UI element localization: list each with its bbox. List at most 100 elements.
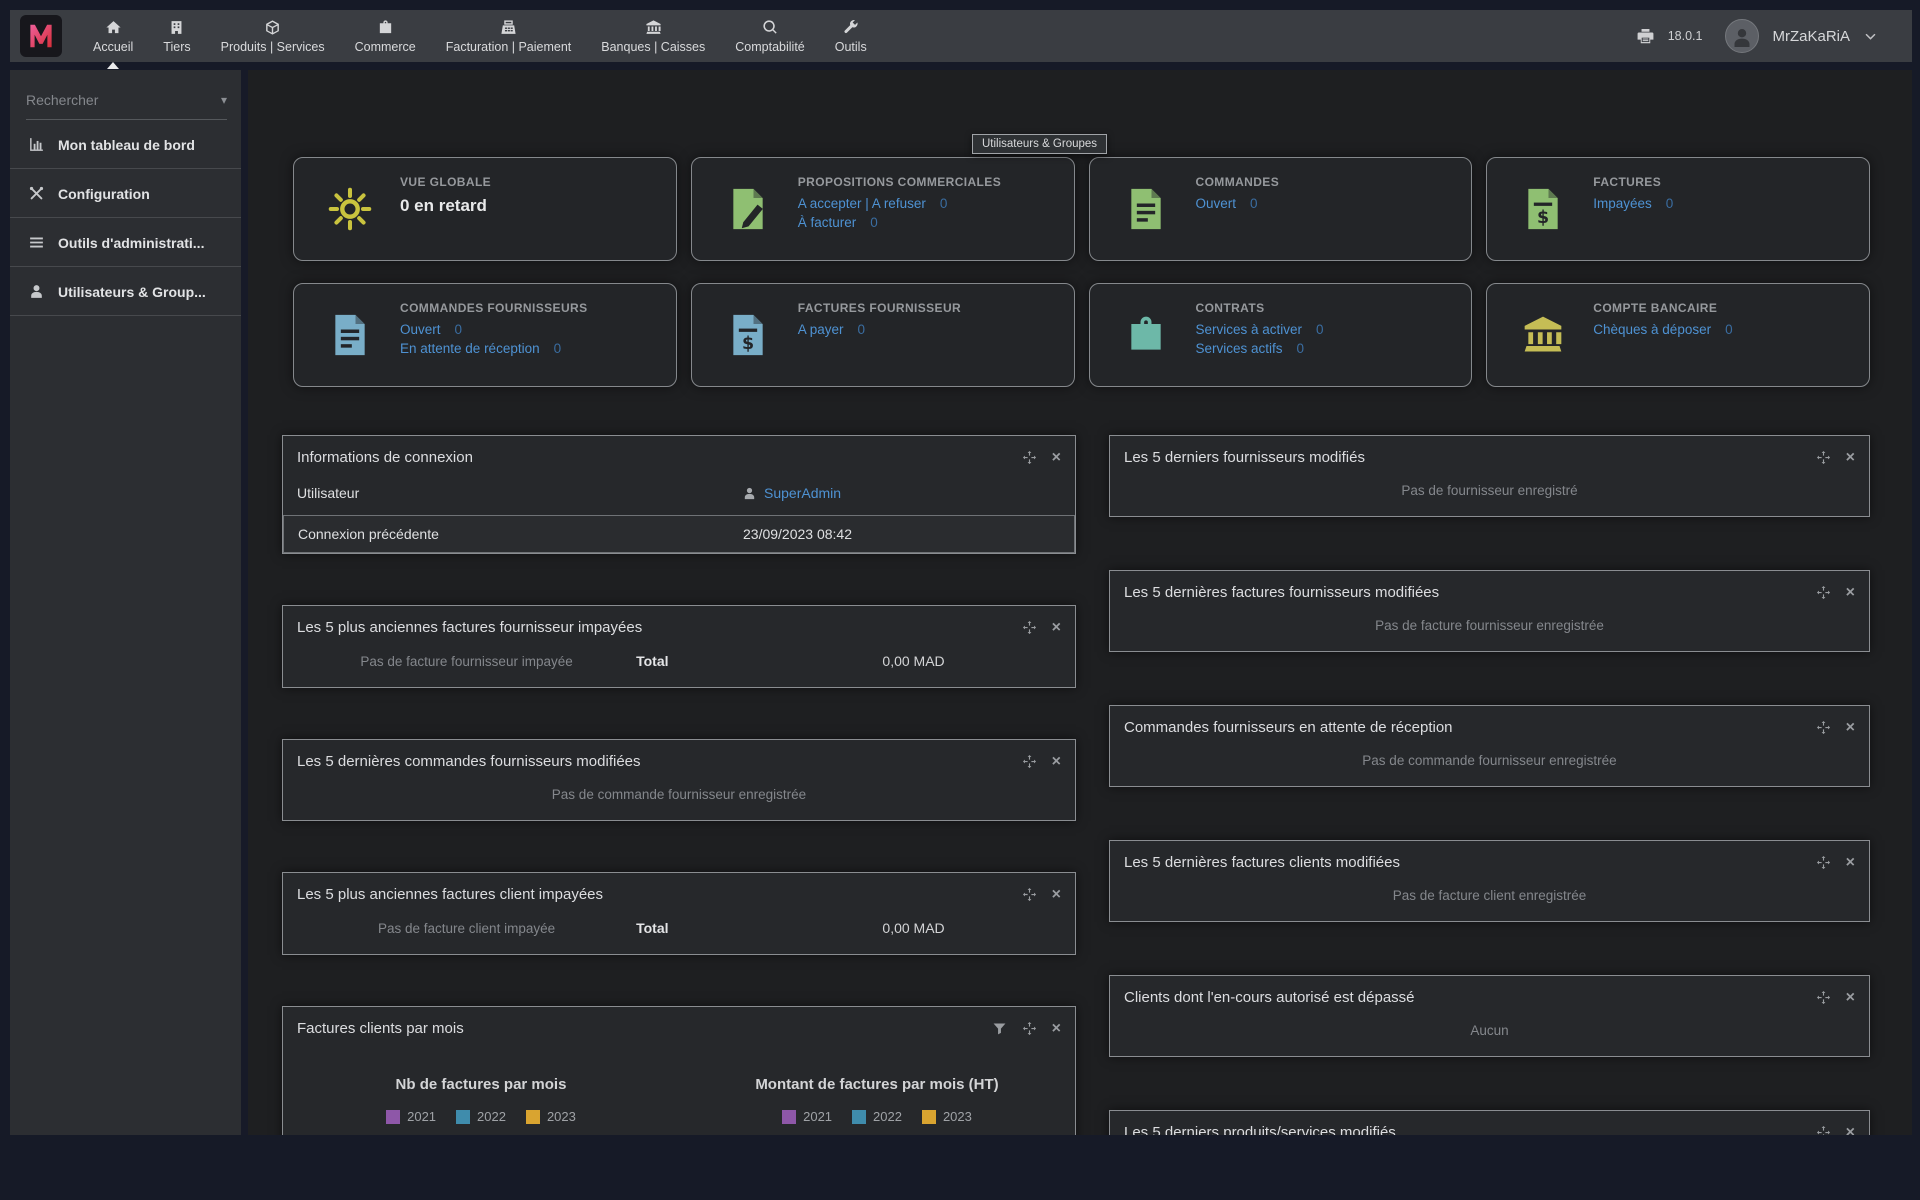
legend-swatch (852, 1110, 866, 1124)
close-widget-button[interactable]: × (1846, 991, 1855, 1005)
row-label: Connexion précédente (298, 526, 743, 542)
axis-tick: 1.0 (679, 1133, 1075, 1135)
card-value: 0 en retard (400, 196, 662, 216)
app-logo[interactable] (20, 15, 62, 57)
move-widget-handle[interactable] (1816, 720, 1831, 735)
menu-item-label: Facturation | Paiement (446, 40, 572, 54)
legend-label: 2023 (547, 1109, 576, 1124)
card-count[interactable]: 0 (858, 322, 866, 337)
superadmin-link[interactable]: SuperAdmin (764, 485, 841, 501)
move-widget-handle[interactable] (1022, 1021, 1037, 1036)
close-widget-button[interactable]: × (1846, 856, 1855, 870)
legend-item: 2023 (526, 1109, 576, 1124)
card-count[interactable]: 0 (1666, 196, 1674, 211)
card-status-line: Impayées 0 (1593, 196, 1855, 211)
avatar[interactable] (1725, 19, 1759, 53)
sidebar: Rechercher ▾ Mon tableau de bord Configu… (10, 70, 248, 1135)
card-link[interactable]: A payer (798, 322, 844, 337)
card-count[interactable]: 0 (1297, 341, 1305, 356)
menu-item-outils[interactable]: Outils (820, 10, 882, 62)
move-widget-handle[interactable] (1816, 990, 1831, 1005)
move-widget-handle[interactable] (1816, 450, 1831, 465)
menu-item-commerce[interactable]: Commerce (340, 10, 431, 62)
svg-text:$: $ (742, 334, 754, 354)
card-link[interactable]: Ouvert (1196, 196, 1237, 211)
card-title: VUE GLOBALE (400, 175, 662, 189)
chart-nb-factures: Nb de factures par mois 2021 2022 2023 1… (283, 1046, 679, 1135)
close-widget-button[interactable]: × (1846, 451, 1855, 465)
card-link[interactable]: Chèques à déposer (1593, 322, 1711, 337)
widget-empty-text: Aucun (1470, 1023, 1508, 1038)
widget-derniers-produits-services-modifies: Les 5 derniers produits/services modifié… (1109, 1110, 1870, 1135)
close-widget-button[interactable]: × (1846, 586, 1855, 600)
close-widget-button[interactable]: × (1052, 1022, 1061, 1036)
menu-item-accueil[interactable]: Accueil (78, 10, 148, 62)
close-widget-button[interactable]: × (1846, 721, 1855, 735)
card-count[interactable]: 0 (940, 196, 948, 211)
menu-item-banques-caisses[interactable]: Banques | Caisses (586, 10, 720, 62)
search-input[interactable]: Rechercher ▾ (26, 92, 227, 120)
menu-item-comptabilite[interactable]: Comptabilité (720, 10, 819, 62)
doc-lines-icon (328, 313, 372, 357)
card-count[interactable]: 0 (554, 341, 562, 356)
sidebar-item-outils-administration[interactable]: Outils d'administrati... (10, 218, 241, 267)
cards-grid: VUE GLOBALE 0 en retard PROPOSITIONS COM… (293, 157, 1870, 387)
card-count[interactable]: 0 (1250, 196, 1258, 211)
legend-item: 2022 (852, 1109, 902, 1124)
move-widget-handle[interactable] (1816, 855, 1831, 870)
move-widget-handle[interactable] (1816, 585, 1831, 600)
widget-dernieres-commandes-fournisseurs-modifiees: Les 5 dernières commandes fournisseurs m… (282, 739, 1076, 821)
move-widget-handle[interactable] (1022, 450, 1037, 465)
filter-icon[interactable] (992, 1021, 1007, 1036)
widget-total-value: 0,00 MAD (766, 653, 1061, 669)
menu-item-facturation-paiement[interactable]: Facturation | Paiement (431, 10, 587, 62)
printer-icon[interactable] (1636, 27, 1655, 46)
card-link[interactable]: En attente de réception (400, 341, 540, 356)
menu-item-tiers[interactable]: Tiers (148, 10, 205, 62)
sidebar-menu: Mon tableau de bord Configuration Outils… (10, 120, 241, 316)
widget-title: Les 5 plus anciennes factures fournisseu… (297, 619, 1022, 636)
close-widget-button[interactable]: × (1052, 888, 1061, 902)
close-widget-button[interactable]: × (1052, 451, 1061, 465)
close-widget-button[interactable]: × (1052, 755, 1061, 769)
app-window: Accueil Tiers Produits | Services Commer… (10, 10, 1912, 1135)
card-link[interactable]: Services à activer (1196, 322, 1303, 337)
menu-item-label: Outils (835, 40, 867, 54)
card-lines: Ouvert 0 (1196, 196, 1458, 211)
card-link[interactable]: A accepter | A refuser (798, 196, 926, 211)
sidebar-item-mon-tableau-de-bord[interactable]: Mon tableau de bord (10, 120, 241, 169)
sidebar-item-configuration[interactable]: Configuration (10, 169, 241, 218)
card-status-line: En attente de réception 0 (400, 341, 662, 356)
widget-title: Clients dont l'en-cours autorisé est dép… (1124, 989, 1816, 1006)
menu-item-produits-services[interactable]: Produits | Services (206, 10, 340, 62)
card-link[interactable]: Services actifs (1196, 341, 1283, 356)
card-commandes-fournisseurs: COMMANDES FOURNISSEURS Ouvert0En attente… (293, 283, 677, 387)
close-widget-button[interactable]: × (1846, 1126, 1855, 1136)
card-link[interactable]: Ouvert (400, 322, 441, 337)
move-widget-handle[interactable] (1816, 1125, 1831, 1135)
sidebar-item-utilisateurs-groupes[interactable]: Utilisateurs & Group... (10, 267, 241, 316)
legend-swatch (386, 1110, 400, 1124)
card-link[interactable]: À facturer (798, 215, 857, 230)
move-widget-handle[interactable] (1022, 754, 1037, 769)
card-count[interactable]: 0 (455, 322, 463, 337)
card-lines: A accepter | A refuser 0 À facturer 0 (798, 196, 1060, 230)
move-widget-handle[interactable] (1022, 887, 1037, 902)
card-count[interactable]: 0 (1725, 322, 1733, 337)
card-count[interactable]: 0 (1316, 322, 1324, 337)
bank-icon (1521, 313, 1565, 357)
move-widget-handle[interactable] (1022, 620, 1037, 635)
dashboard: Utilisateurs & Groupes VUE GLOBALE 0 en … (248, 70, 1912, 1135)
legend-label: 2021 (803, 1109, 832, 1124)
widget-dernieres-factures-fournisseurs-modifiees: Les 5 dernières factures fournisseurs mo… (1109, 570, 1870, 652)
card-count[interactable]: 0 (870, 215, 878, 230)
chart-box-icon (28, 136, 45, 153)
chevron-down-icon[interactable] (1863, 29, 1878, 44)
widget-title: Les 5 plus anciennes factures client imp… (297, 886, 1022, 903)
menu-item-label: Tiers (163, 40, 190, 54)
widget-anciennes-factures-client-impayees: Les 5 plus anciennes factures client imp… (282, 872, 1076, 955)
card-link[interactable]: Impayées (1593, 196, 1652, 211)
widget-empty-text: Pas de fournisseur enregistré (1401, 483, 1577, 498)
user-menu[interactable]: MrZaKaRiA (1772, 28, 1850, 45)
close-widget-button[interactable]: × (1052, 621, 1061, 635)
